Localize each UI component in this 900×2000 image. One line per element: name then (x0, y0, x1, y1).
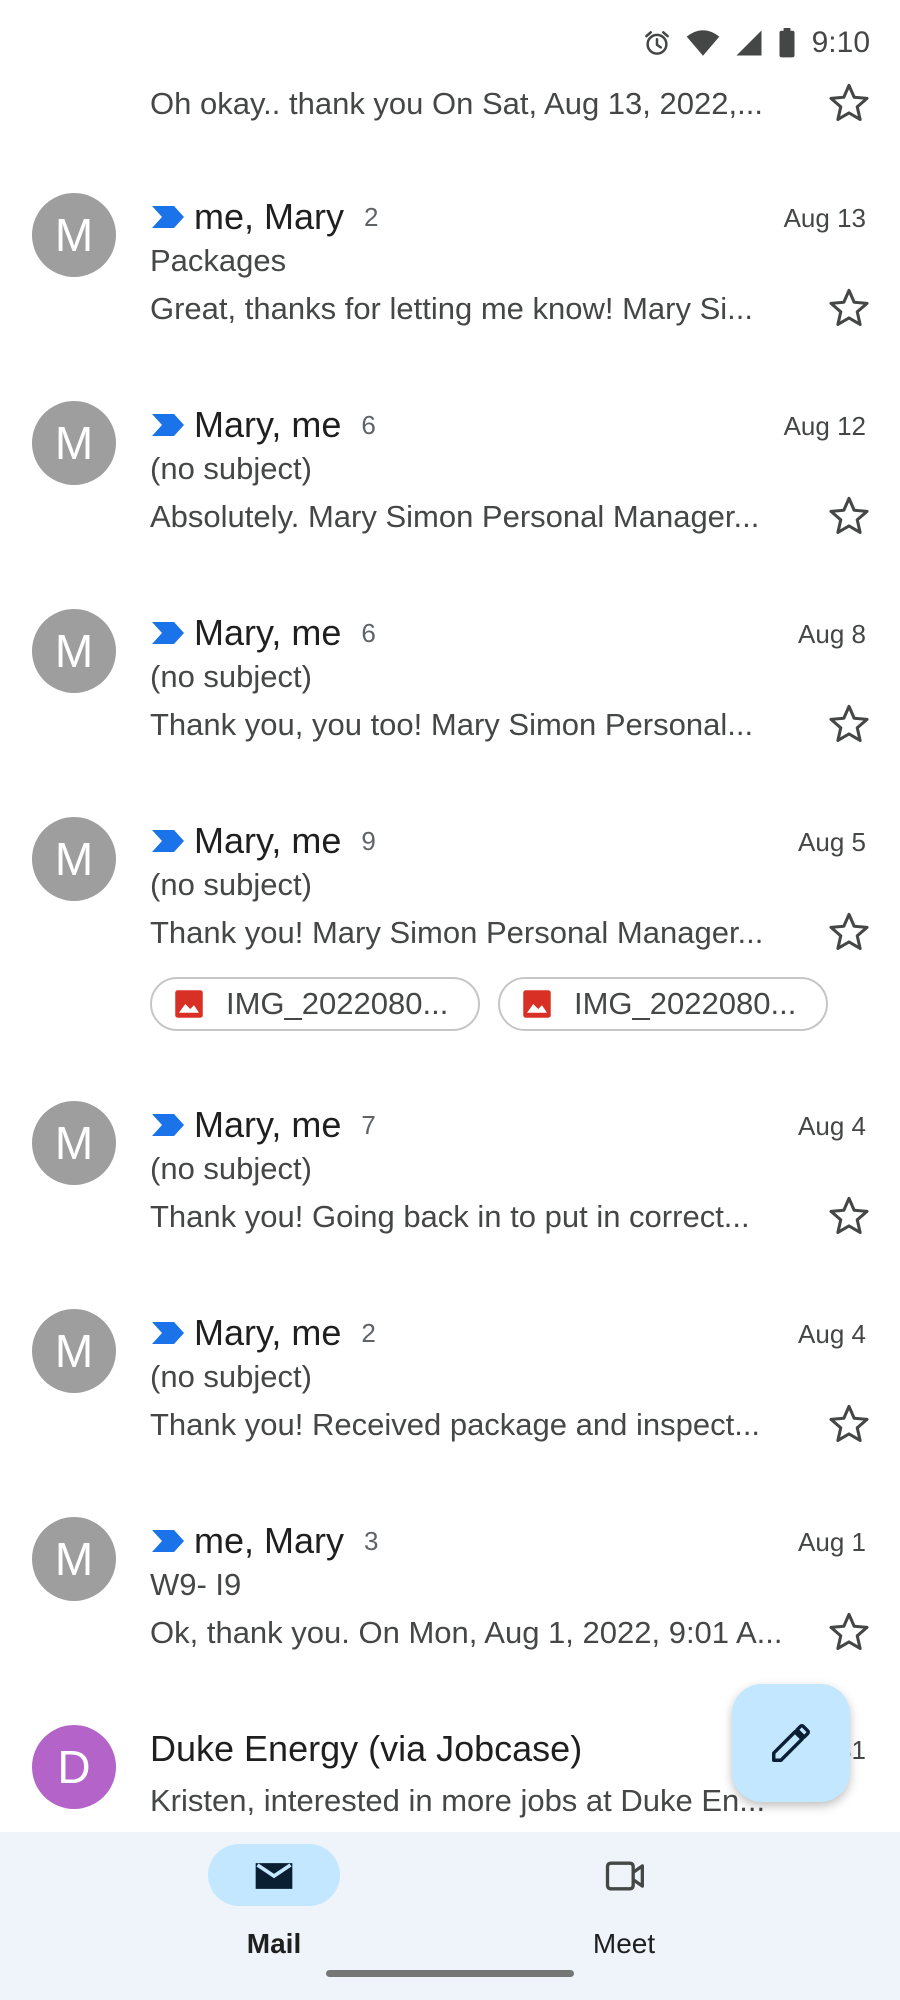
email-snippet: Kristen, interested in more jobs at Duke… (150, 1783, 766, 1818)
email-subject: W9- I9 (150, 1567, 242, 1602)
important-marker-icon[interactable] (150, 1320, 186, 1346)
nav-label-mail: Mail (246, 1928, 302, 1959)
compose-button[interactable] (732, 1684, 850, 1802)
email-date: Aug 8 (798, 619, 866, 649)
battery-icon (779, 28, 795, 58)
important-marker-icon[interactable] (150, 204, 186, 230)
thread-count: 3 (364, 1525, 379, 1556)
status-bar: 9:10 (0, 0, 900, 90)
star-icon[interactable] (826, 285, 872, 331)
email-snippet: Thank you! Received package and inspect.… (150, 1407, 761, 1442)
star-icon[interactable] (826, 80, 872, 126)
email-snippet: Ok, thank you. On Mon, Aug 1, 2022, 9:01… (150, 1615, 783, 1650)
avatar[interactable]: M (32, 609, 116, 693)
email-snippet[interactable]: Oh okay.. thank you On Sat, Aug 13, 2022… (150, 86, 790, 122)
alarm-icon (644, 31, 669, 55)
status-time: 9:10 (811, 26, 870, 59)
email-snippet: Thank you! Going back in to put in corre… (150, 1199, 750, 1234)
email-date: Aug 5 (798, 827, 866, 857)
email-date: Aug 4 (798, 1111, 866, 1141)
email-row[interactable]: M Mary, me 9 Aug 5 (no subject) Thank yo… (0, 817, 900, 1097)
attachments: IMG_2022080... IMG_2022080... (150, 977, 828, 1031)
sender: Mary, me (194, 820, 342, 861)
gesture-bar[interactable] (326, 1970, 574, 1977)
sender-line: me, Mary 3 (150, 1519, 870, 1563)
thread-count: 9 (361, 825, 376, 856)
thread-count: 2 (364, 201, 379, 232)
sender: Mary, me (194, 404, 342, 445)
star-icon[interactable] (826, 701, 872, 747)
email-row[interactable]: M Mary, me 2 Aug 4 (no subject) Thank yo… (0, 1309, 900, 1517)
email-row[interactable]: M Mary, me 6 Aug 8 (no subject) Thank yo… (0, 609, 900, 817)
thread-count: 2 (361, 1317, 376, 1348)
attachment-chip[interactable]: IMG_2022080... (498, 977, 828, 1031)
avatar[interactable]: M (32, 817, 116, 901)
email-date: Aug 1 (798, 1527, 866, 1557)
email-subject: (no subject) (150, 1359, 312, 1394)
sender: Mary, me (194, 1104, 342, 1145)
sender-line: Mary, me 9 (150, 819, 870, 863)
email-row[interactable]: M Mary, me 6 Aug 12 (no subject) Absolut… (0, 401, 900, 609)
star-icon[interactable] (826, 1609, 872, 1655)
image-file-icon (175, 990, 203, 1018)
email-subject: Packages (150, 243, 287, 278)
nav-item-mail[interactable]: Mail (174, 1832, 374, 1962)
avatar[interactable]: M (32, 1517, 116, 1601)
wifi-icon (686, 30, 719, 56)
thread-count: 6 (361, 617, 376, 648)
avatar[interactable]: M (32, 1101, 116, 1185)
thread-count: 6 (361, 409, 376, 440)
important-marker-icon[interactable] (150, 412, 186, 438)
nav-item-meet[interactable]: Meet (524, 1832, 724, 1962)
email-subject: (no subject) (150, 867, 312, 902)
avatar[interactable]: D (32, 1725, 116, 1809)
star-icon[interactable] (826, 909, 872, 955)
video-camera-icon (605, 1861, 644, 1891)
sender-line: Mary, me 7 (150, 1103, 870, 1147)
sender-line: Mary, me 6 (150, 403, 870, 447)
sender: me, Mary (194, 196, 345, 237)
sender: Duke Energy (via Jobcase) (150, 1728, 583, 1769)
email-snippet: Great, thanks for letting me know! Mary … (150, 291, 754, 326)
attachment-name: IMG_2022080... (226, 986, 449, 1021)
sender-line: Mary, me 2 (150, 1311, 870, 1355)
sender-line: Mary, me 6 (150, 611, 870, 655)
email-snippet: Thank you! Mary Simon Personal Manager..… (150, 915, 764, 950)
sender: Mary, me (194, 612, 342, 653)
pencil-icon (772, 1724, 810, 1762)
avatar[interactable]: M (32, 193, 116, 277)
email-subject: (no subject) (150, 451, 312, 486)
signal-icon (736, 30, 762, 56)
email-snippet: Absolutely. Mary Simon Personal Manager.… (150, 499, 760, 534)
avatar[interactable]: M (32, 1309, 116, 1393)
email-subject: (no subject) (150, 1151, 312, 1186)
nav-label-meet: Meet (592, 1928, 656, 1959)
attachment-chip[interactable]: IMG_2022080... (150, 977, 480, 1031)
mail-icon (255, 1863, 293, 1889)
thread-count: 7 (361, 1109, 376, 1140)
email-row[interactable]: M Mary, me 7 Aug 4 (no subject) Thank yo… (0, 1101, 900, 1309)
email-date: Aug 4 (798, 1319, 866, 1349)
email-snippet: Thank you, you too! Mary Simon Personal.… (150, 707, 754, 742)
attachment-name: IMG_2022080... (574, 986, 797, 1021)
image-file-icon (523, 990, 551, 1018)
sender: Mary, me (194, 1312, 342, 1353)
star-icon[interactable] (826, 1401, 872, 1447)
sender-line: me, Mary 2 (150, 195, 870, 239)
star-icon[interactable] (826, 493, 872, 539)
avatar[interactable]: M (32, 401, 116, 485)
important-marker-icon[interactable] (150, 620, 186, 646)
important-marker-icon[interactable] (150, 828, 186, 854)
email-row[interactable]: M me, Mary 2 Aug 13 Packages Great, than… (0, 193, 900, 401)
email-date: Aug 13 (783, 203, 866, 233)
status-icons: 9:10 (642, 26, 870, 60)
email-subject: (no subject) (150, 659, 312, 694)
important-marker-icon[interactable] (150, 1112, 186, 1138)
sender: me, Mary (194, 1520, 345, 1561)
important-marker-icon[interactable] (150, 1528, 186, 1554)
star-icon[interactable] (826, 1193, 872, 1239)
email-date: Aug 12 (783, 411, 866, 441)
